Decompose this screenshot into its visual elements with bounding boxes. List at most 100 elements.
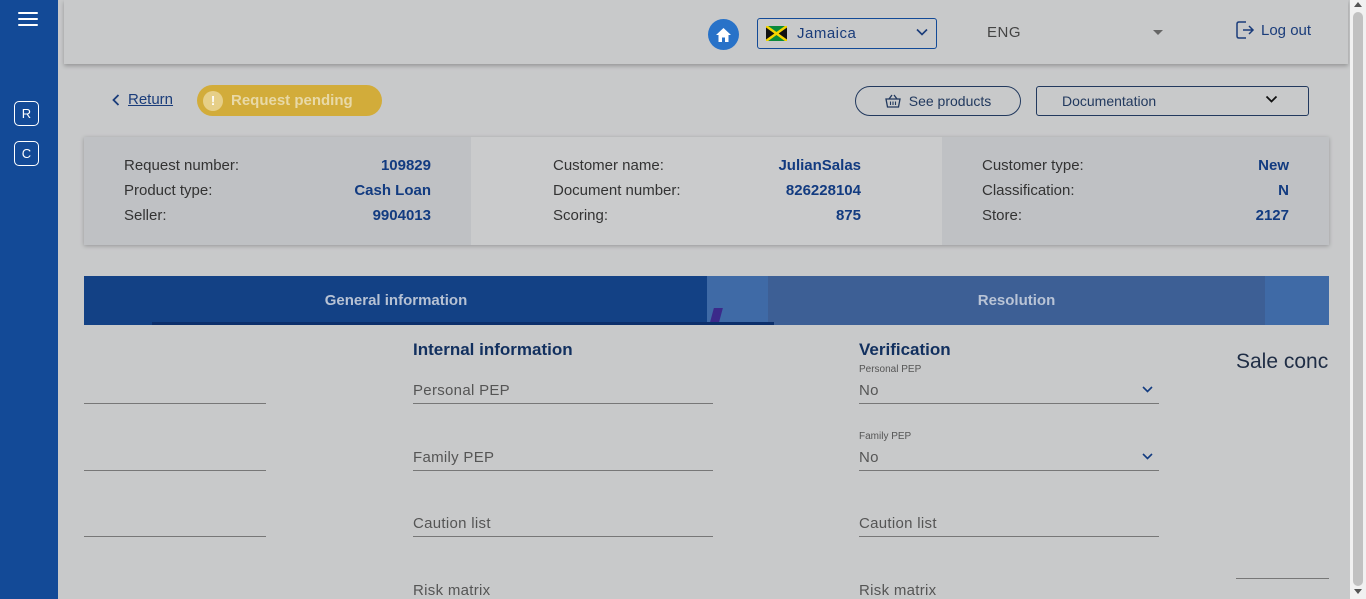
summary-key: Request number: [124,157,240,174]
verification-title: Verification [859,340,951,359]
summary-key: Store: [982,207,1023,224]
verification-caution-list-field[interactable]: Caution list [859,511,1159,537]
caret-down-icon [1153,30,1163,35]
field-label: Family PEP [413,449,495,466]
basket-icon [884,94,901,108]
request-summary-card: Request number: 109829 Product type: Cash … [84,137,1329,245]
summary-key: Product type: [124,182,213,199]
sidebar: R C [0,0,58,599]
summary-row: Product type: Cash Loan [124,182,431,207]
home-button[interactable] [708,19,739,50]
active-tab-indicator [152,322,774,325]
internal-personal-pep-field[interactable]: Personal PEP [413,378,713,404]
summary-value: 2127 [1255,207,1289,224]
scroll-down-arrow-icon[interactable] [1354,589,1362,594]
summary-column-request: Request number: 109829 Product type: Cash … [84,137,471,245]
sidebar-button-c[interactable]: C [14,141,39,166]
language-select[interactable]: ENG [987,18,1167,46]
summary-key: Customer name: [553,157,664,174]
summary-key: Scoring: [553,207,609,224]
sale-conditions-title: Sale conc [1236,350,1329,373]
verification-family-pep-select[interactable]: Family PEP No [859,431,1159,471]
summary-column-classification: Customer type: New Classification: N Store… [942,137,1329,245]
tab-drag-marker [710,308,723,322]
vertical-scrollbar[interactable] [1350,0,1366,599]
summary-value: N [1278,182,1289,199]
summary-row: Customer type: New [982,157,1289,182]
left-field-2[interactable] [84,445,266,471]
summary-column-customer: Customer name: JulianSalas Document numbe… [471,137,942,245]
see-products-button[interactable]: See products [855,86,1021,116]
tab-bar: General information Resolution [84,276,1329,325]
verification-personal-pep-select[interactable]: Personal PEP No [859,364,1159,404]
left-field-1[interactable] [84,378,266,404]
logout-label: Log out [1261,21,1312,39]
documentation-label: Documentation [1062,93,1157,109]
logout-button[interactable]: Log out [1235,20,1311,40]
field-floating-label: Personal PEP [859,364,922,375]
summary-row: Store: 2127 [982,207,1289,232]
internal-risk-matrix-field[interactable]: Risk matrix [413,578,713,599]
language-label: ENG [987,23,1022,41]
sidebar-button-label: R [21,106,32,121]
summary-value: 9904013 [372,207,431,224]
internal-family-pep-field[interactable]: Family PEP [413,445,713,471]
field-label: Caution list [413,515,491,532]
internal-information-title: Internal information [413,340,573,359]
summary-row: Seller: 9904013 [124,207,431,232]
jamaica-flag-icon [766,26,787,41]
summary-row: Document number: 826228104 [553,182,861,207]
status-badge-label: Request pending [231,92,353,109]
field-label: Risk matrix [859,582,937,599]
field-floating-label: Family PEP [859,431,912,442]
return-link[interactable]: Return [112,91,173,108]
chevron-down-icon [1142,386,1153,393]
summary-value: 109829 [380,157,431,174]
documentation-select[interactable]: Documentation [1036,86,1309,116]
top-bar: Jamaica ENG Log out [64,0,1348,64]
summary-row: Classification: N [982,182,1289,207]
summary-row: Scoring: 875 [553,207,861,232]
logout-icon [1236,21,1255,39]
tab-label: Resolution [977,292,1056,309]
alert-icon: ! [203,90,223,111]
left-field-3[interactable] [84,511,266,537]
sidebar-button-label: C [21,146,32,161]
summary-row: Customer name: JulianSalas [553,157,861,182]
summary-key: Document number: [553,182,681,199]
summary-value: New [1258,157,1289,174]
country-select[interactable]: Jamaica [757,18,937,49]
tab-resolution[interactable]: Resolution [768,276,1265,325]
chevron-down-icon [916,28,928,36]
scroll-up-arrow-icon[interactable] [1354,2,1362,7]
status-badge: ! Request pending [197,85,382,116]
summary-value: 875 [835,207,861,224]
country-label: Jamaica [797,25,857,42]
hamburger-menu-icon[interactable] [18,12,38,28]
scrollbar-thumb[interactable] [1353,12,1363,586]
field-label: Caution list [859,515,937,532]
summary-key: Customer type: [982,157,1084,174]
summary-value: 826228104 [785,182,861,199]
summary-row: Request number: 109829 [124,157,431,182]
summary-key: Seller: [124,207,167,224]
home-icon [716,27,731,42]
verification-risk-matrix-field[interactable]: Risk matrix [859,578,1159,599]
field-value: No [859,382,879,399]
see-products-label: See products [908,93,992,109]
tab-label: General information [324,292,468,309]
field-value: No [859,449,879,466]
field-label: Personal PEP [413,382,510,399]
summary-value: Cash Loan [354,182,431,199]
internal-caution-list-field[interactable]: Caution list [413,511,713,537]
chevron-down-icon [1265,95,1278,103]
summary-value: JulianSalas [778,157,861,174]
chevron-down-icon [1142,453,1153,460]
field-label: Risk matrix [413,582,491,599]
summary-key: Classification: [982,182,1075,199]
sale-conditions-field[interactable] [1236,553,1329,579]
tab-general-information[interactable]: General information [84,276,707,325]
return-label: Return [128,91,174,108]
sidebar-button-r[interactable]: R [14,101,39,126]
chevron-left-icon [112,93,120,106]
